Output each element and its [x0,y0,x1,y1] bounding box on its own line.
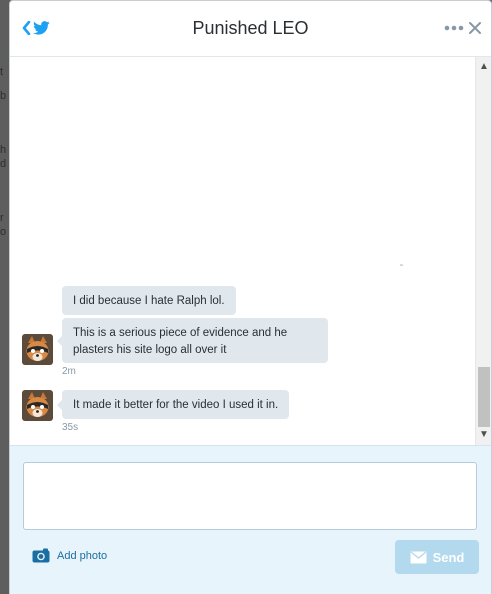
message-bubble: This is a serious piece of evidence and … [57,318,328,363]
message-list[interactable]: ˜ I did because I hate Ralph lol. This i… [10,57,491,445]
avatar[interactable] [22,334,53,365]
message-text: I did because I hate Ralph lol. [73,295,225,307]
message-timestamp: 35s [62,422,79,433]
message-input[interactable] [23,462,477,530]
message-bubble: I did because I hate Ralph lol. [62,286,236,315]
more-dots-icon [444,25,464,31]
close-button[interactable] [467,17,483,37]
dialog-header: Punished LEO [10,1,491,57]
scrollbar[interactable]: ▲ ▼ [475,57,491,445]
message-timestamp: 2m [62,366,76,377]
raccoon-avatar-icon [22,390,53,421]
direct-message-dialog: Punished LEO ˜ I did because I hate Ralp… [9,0,492,594]
send-button[interactable]: Send [395,540,479,574]
more-button[interactable] [444,19,464,37]
message-text: This is a serious piece of evidence and … [73,327,288,356]
scrollbar-thumb[interactable] [478,367,490,427]
camera-icon [32,548,50,563]
message-bubble: It made it better for the video I used i… [56,390,290,419]
scroll-up-arrow-icon[interactable]: ▲ [476,59,491,75]
envelope-icon [410,550,427,563]
scroll-down-arrow-icon[interactable]: ▼ [476,427,491,443]
conversation-title: Punished LEO [192,18,309,38]
close-icon [469,22,481,34]
avatar[interactable] [22,390,53,421]
send-label: Send [432,549,465,565]
message-composer: Add photo Send [10,445,491,594]
truncated-mark: ˜ [400,263,403,273]
raccoon-avatar-icon [22,334,53,365]
message-text: It made it better for the video I used i… [73,399,279,411]
add-photo-label: Add photo [57,549,108,562]
add-photo-button[interactable]: Add photo [32,548,107,563]
